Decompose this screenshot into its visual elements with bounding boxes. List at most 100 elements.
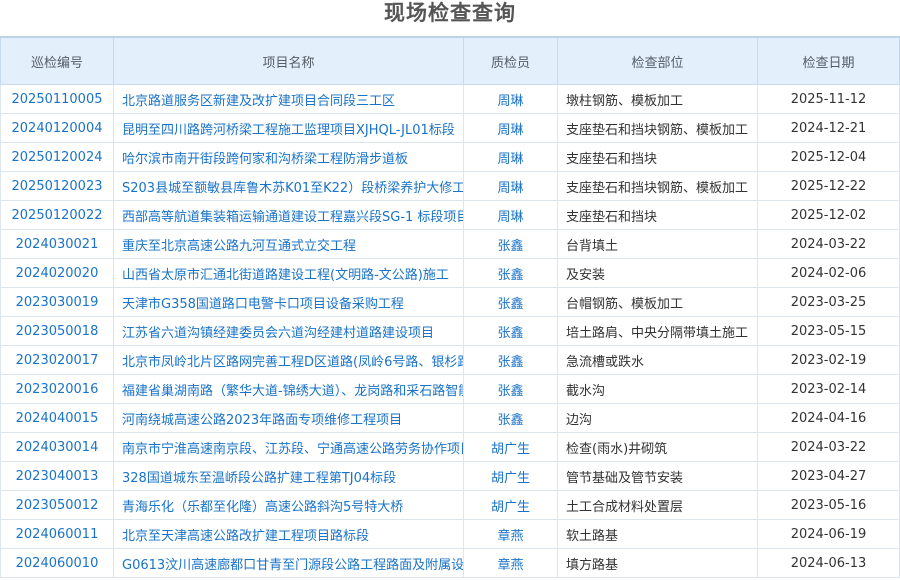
project-name-link[interactable]: 昆明至四川路跨河桥梁工程施工监理项目XJHQL-JL01标段 (113, 113, 464, 143)
inspector-link[interactable]: 周琳 (463, 84, 558, 114)
project-name-link[interactable]: G0613汶川高速廊都口甘青至门源段公路工程路面及附属设施 (113, 548, 464, 578)
inspection-part-cell: 支座垫石和挡块钢筋、模板加工 (557, 113, 758, 143)
inspector-link[interactable]: 周琳 (463, 200, 558, 230)
column-header-inspection-part[interactable]: 检查部位 (557, 36, 758, 85)
inspection-code-link[interactable]: 20250110005 (0, 84, 114, 114)
table-header: 巡检编号 项目名称 质检员 检查部位 检查日期 (0, 36, 900, 85)
inspector-link[interactable]: 张鑫 (463, 403, 558, 433)
inspector-link[interactable]: 张鑫 (463, 345, 558, 375)
project-name-link[interactable]: 北京路道服务区新建及改扩建项目合同段三工区 (113, 84, 464, 114)
table-row[interactable]: 2023040013 328国道城东至温峤段公路扩建工程第TJ04标段 胡广生 管节基… (0, 461, 900, 491)
inspection-date-cell: 2023-02-14 (757, 374, 900, 404)
inspection-date-cell: 2024-12-21 (757, 113, 900, 143)
inspector-link[interactable]: 张鑫 (463, 258, 558, 288)
table-row[interactable]: 2023020017 北京市凤岭北片区路网完善工程D区道路(凤岭6号路、银杉路) 张… (0, 345, 900, 375)
inspector-link[interactable]: 张鑫 (463, 374, 558, 404)
inspector-link[interactable]: 胡广生 (463, 461, 558, 491)
inspection-part-cell: 支座垫石和挡块 (557, 200, 758, 230)
inspection-code-link[interactable]: 2023050012 (0, 490, 114, 520)
inspection-code-link[interactable]: 2024030021 (0, 229, 114, 259)
inspection-part-cell: 墩柱钢筋、模板加工 (557, 84, 758, 114)
inspection-date-cell: 2025-12-04 (757, 142, 900, 172)
table-row[interactable]: 20250120023 S203县城至额敏县库鲁木苏K01至K22）段桥梁养护大修… (0, 171, 900, 201)
inspection-date-cell: 2023-05-16 (757, 490, 900, 520)
inspector-link[interactable]: 胡广生 (463, 490, 558, 520)
inspector-link[interactable]: 胡广生 (463, 432, 558, 462)
inspection-code-link[interactable]: 20250120023 (0, 171, 114, 201)
project-name-link[interactable]: 山西省太原市汇通北街道路建设工程(文明路-文公路)施工 (113, 258, 464, 288)
inspection-code-link[interactable]: 2024060011 (0, 519, 114, 549)
project-name-link[interactable]: 重庆至北京高速公路九河互通式立交工程 (113, 229, 464, 259)
project-name-link[interactable]: 北京至天津高速公路改扩建工程项目路标段 (113, 519, 464, 549)
project-name-link[interactable]: 福建省巢湖南路（繁华大道-锦绣大道）、龙岗路和采石路智能化 (113, 374, 464, 404)
table-body: 20250110005 北京路道服务区新建及改扩建项目合同段三工区 周琳 墩柱钢筋、模… (0, 84, 900, 578)
column-header-code[interactable]: 巡检编号 (0, 36, 114, 85)
table-row[interactable]: 2024030021 重庆至北京高速公路九河互通式立交工程 张鑫 台背填土 2024-0… (0, 229, 900, 259)
inspection-part-cell: 及安装 (557, 258, 758, 288)
table-row[interactable]: 2023050018 江苏省六道沟镇经建委员会六道沟经建村道路建设项目 张鑫 培土路肩… (0, 316, 900, 346)
inspection-code-link[interactable]: 20250120024 (0, 142, 114, 172)
project-name-link[interactable]: 青海乐化（乐都至化隆）高速公路斜沟5号特大桥 (113, 490, 464, 520)
inspection-code-link[interactable]: 2023020016 (0, 374, 114, 404)
inspector-link[interactable]: 张鑫 (463, 229, 558, 259)
table-row[interactable]: 2024030014 南京市宁淮高速南京段、江苏段、宁通高速公路劳务协作项目 胡广生… (0, 432, 900, 462)
inspector-link[interactable]: 章燕 (463, 519, 558, 549)
table-row[interactable]: 20240120004 昆明至四川路跨河桥梁工程施工监理项目XJHQL-JL01标… (0, 113, 900, 143)
column-header-project-name[interactable]: 项目名称 (113, 36, 464, 85)
inspection-date-cell: 2023-02-19 (757, 345, 900, 375)
inspection-part-cell: 边沟 (557, 403, 758, 433)
inspection-code-link[interactable]: 2023020017 (0, 345, 114, 375)
project-name-link[interactable]: 北京市凤岭北片区路网完善工程D区道路(凤岭6号路、银杉路) (113, 345, 464, 375)
column-header-inspection-date[interactable]: 检查日期 (757, 36, 900, 85)
table-row[interactable]: 2023030019 天津市G358国道路口电警卡口项目设备采购工程 张鑫 台帽钢筋、… (0, 287, 900, 317)
inspection-part-cell: 截水沟 (557, 374, 758, 404)
inspection-code-link[interactable]: 2024020020 (0, 258, 114, 288)
inspection-part-cell: 软土路基 (557, 519, 758, 549)
inspection-code-link[interactable]: 2024040015 (0, 403, 114, 433)
table-row[interactable]: 2024060011 北京至天津高速公路改扩建工程项目路标段 章燕 软土路基 2024-… (0, 519, 900, 549)
inspection-code-link[interactable]: 20240120004 (0, 113, 114, 143)
inspector-link[interactable]: 周琳 (463, 142, 558, 172)
table-row[interactable]: 2024020020 山西省太原市汇通北街道路建设工程(文明路-文公路)施工 张鑫及… (0, 258, 900, 288)
inspection-date-cell: 2024-06-13 (757, 548, 900, 578)
inspection-date-cell: 2024-04-16 (757, 403, 900, 433)
table-row[interactable]: 20250120022 西部高等航道集装箱运输通道建设工程嘉兴段SG-1 标段项目… (0, 200, 900, 230)
table-row[interactable]: 2023050012 青海乐化（乐都至化隆）高速公路斜沟5号特大桥 胡广生 土工合成材… (0, 490, 900, 520)
inspection-part-cell: 支座垫石和挡块 (557, 142, 758, 172)
inspection-date-cell: 2024-06-19 (757, 519, 900, 549)
inspection-part-cell: 台帽钢筋、模板加工 (557, 287, 758, 317)
project-name-link[interactable]: 天津市G358国道路口电警卡口项目设备采购工程 (113, 287, 464, 317)
inspection-part-cell: 台背填土 (557, 229, 758, 259)
inspector-link[interactable]: 张鑫 (463, 287, 558, 317)
project-name-link[interactable]: 西部高等航道集装箱运输通道建设工程嘉兴段SG-1 标段项目 (113, 200, 464, 230)
table-row[interactable]: 2023020016 福建省巢湖南路（繁华大道-锦绣大道）、龙岗路和采石路智能化张… (0, 374, 900, 404)
inspection-code-link[interactable]: 2023050018 (0, 316, 114, 346)
project-name-link[interactable]: 328国道城东至温峤段公路扩建工程第TJ04标段 (113, 461, 464, 491)
inspection-code-link[interactable]: 2023040013 (0, 461, 114, 491)
project-name-link[interactable]: 江苏省六道沟镇经建委员会六道沟经建村道路建设项目 (113, 316, 464, 346)
inspection-part-cell: 急流槽或跌水 (557, 345, 758, 375)
table-row[interactable]: 20250120024 哈尔滨市南开街段跨何家和沟桥梁工程防滑步道板 周琳 支座垫石和… (0, 142, 900, 172)
inspection-part-cell: 检查(雨水)井砌筑 (557, 432, 758, 462)
inspection-table: 巡检编号 项目名称 质检员 检查部位 检查日期 20250110005 北京路道服… (0, 36, 900, 578)
inspector-link[interactable]: 章燕 (463, 548, 558, 578)
column-header-inspector[interactable]: 质检员 (463, 36, 558, 85)
project-name-link[interactable]: 南京市宁淮高速南京段、江苏段、宁通高速公路劳务协作项目 (113, 432, 464, 462)
table-row[interactable]: 2024060010 G0613汶川高速廊都口甘青至门源段公路工程路面及附属设施章… (0, 548, 900, 578)
inspection-code-link[interactable]: 2024030014 (0, 432, 114, 462)
inspection-part-cell: 支座垫石和挡块钢筋、模板加工 (557, 171, 758, 201)
inspection-date-cell: 2025-12-02 (757, 200, 900, 230)
inspection-date-cell: 2023-03-25 (757, 287, 900, 317)
inspector-link[interactable]: 周琳 (463, 113, 558, 143)
table-row[interactable]: 2024040015 河南绕城高速公路2023年路面专项维修工程项目 张鑫 边沟 202… (0, 403, 900, 433)
project-name-link[interactable]: 哈尔滨市南开街段跨何家和沟桥梁工程防滑步道板 (113, 142, 464, 172)
inspector-link[interactable]: 张鑫 (463, 316, 558, 346)
inspection-code-link[interactable]: 20250120022 (0, 200, 114, 230)
inspector-link[interactable]: 周琳 (463, 171, 558, 201)
inspection-code-link[interactable]: 2023030019 (0, 287, 114, 317)
project-name-link[interactable]: S203县城至额敏县库鲁木苏K01至K22）段桥梁养护大修工程 (113, 171, 464, 201)
inspection-part-cell: 培土路肩、中央分隔带填土施工 (557, 316, 758, 346)
project-name-link[interactable]: 河南绕城高速公路2023年路面专项维修工程项目 (113, 403, 464, 433)
table-row[interactable]: 20250110005 北京路道服务区新建及改扩建项目合同段三工区 周琳 墩柱钢筋、模… (0, 84, 900, 114)
inspection-code-link[interactable]: 2024060010 (0, 548, 114, 578)
